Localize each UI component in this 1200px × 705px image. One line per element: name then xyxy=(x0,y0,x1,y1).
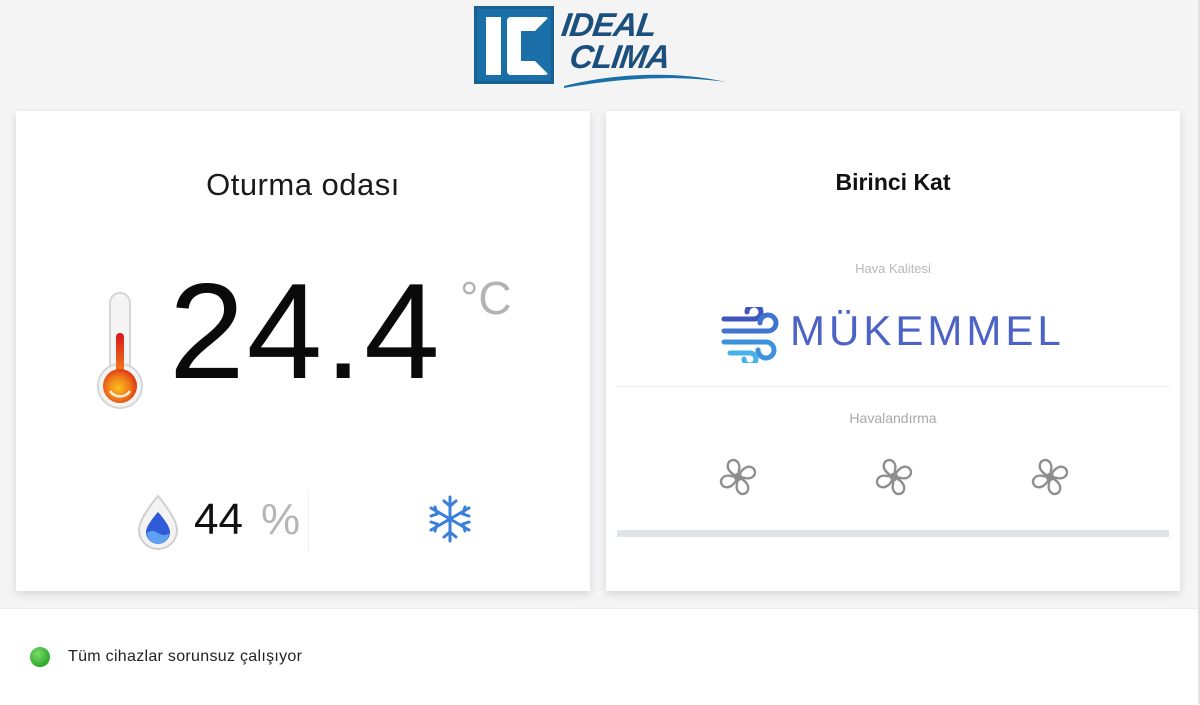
divider xyxy=(616,386,1170,387)
room-title: Oturma odası xyxy=(206,167,400,202)
temperature-unit: °C xyxy=(460,272,512,324)
ventilation-progress-fill xyxy=(617,530,1169,537)
fan-icon[interactable] xyxy=(717,456,759,498)
fan-icon[interactable] xyxy=(1029,456,1071,498)
room-card[interactable]: Oturma odası 24.4 °C 44 % xyxy=(16,111,590,591)
humidity-unit: % xyxy=(261,495,301,544)
status-indicator-dot xyxy=(30,647,50,667)
logo-word-ideal: IDEAL xyxy=(559,6,659,43)
humidity-drop-icon xyxy=(137,494,179,550)
snowflake-icon[interactable] xyxy=(425,494,475,544)
logo-mark xyxy=(474,6,554,84)
divider xyxy=(308,491,309,551)
fan-icon[interactable] xyxy=(873,456,915,498)
air-quality-label: Hava Kalitesi xyxy=(855,261,931,276)
logo-swoosh xyxy=(564,74,726,88)
wind-icon xyxy=(721,307,779,363)
thermometer-icon xyxy=(97,292,143,409)
ventilation-progress-bar xyxy=(617,530,1169,537)
ventilation-label: Havalandırma xyxy=(849,410,937,426)
humidity-value: 44 xyxy=(194,495,243,544)
ideal-clima-logo: IDEAL CLIMA xyxy=(474,6,730,88)
floor-title: Birinci Kat xyxy=(835,169,951,195)
status-text: Tüm cihazlar sorunsuz çalışıyor xyxy=(68,648,303,665)
temperature-value: 24.4 xyxy=(169,255,442,407)
floor-card[interactable]: Birinci Kat Hava Kalitesi MÜKEMMEL Haval… xyxy=(606,111,1180,591)
status-footer: Tüm cihazlar sorunsuz çalışıyor xyxy=(0,608,1198,705)
air-quality-value: MÜKEMMEL xyxy=(790,307,1065,354)
